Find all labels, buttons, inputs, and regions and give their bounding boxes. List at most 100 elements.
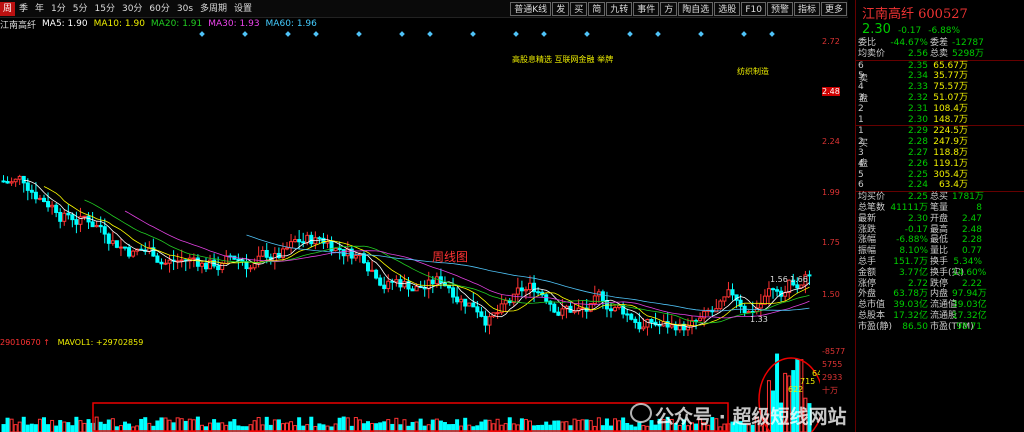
candle — [244, 261, 249, 270]
event-marker — [242, 31, 248, 37]
candle — [167, 259, 172, 264]
period-tab-4[interactable]: 5分 — [70, 2, 91, 16]
volume-bar — [50, 419, 55, 432]
bid-row: 4 2.26 119.1万 — [858, 158, 968, 169]
candle — [106, 233, 111, 244]
candle — [600, 291, 605, 302]
candle — [25, 182, 30, 191]
bid-side-label: 买盘 — [859, 139, 869, 170]
bid-book: 1 2.29 224.5万 2 2.28 247.9万 3 2.27 118.8万 4 2.2… — [856, 125, 1024, 191]
candle — [13, 178, 18, 183]
event-marker — [427, 31, 433, 37]
period-tab-3[interactable]: 1分 — [48, 2, 69, 16]
volume-bar — [86, 419, 91, 432]
toolbar-button-11[interactable]: 指标 — [793, 1, 820, 16]
volume-bar — [167, 419, 172, 432]
event-marker — [541, 31, 547, 37]
candle — [305, 234, 310, 244]
volume-annotation: 622 — [788, 385, 803, 394]
toolbar-button-12[interactable]: 更多 — [820, 1, 847, 16]
candle — [722, 296, 727, 302]
ma10-value: MA10: 1.90 — [93, 19, 145, 29]
candle — [726, 289, 731, 298]
candle — [528, 282, 532, 291]
candle — [90, 221, 95, 228]
period-tab-10[interactable]: 设置 — [231, 2, 255, 16]
toolbar-button-8[interactable]: 选股 — [714, 1, 741, 16]
candle — [463, 298, 468, 307]
volume-annotation: 715 — [800, 377, 815, 386]
candle — [98, 224, 103, 228]
candle — [613, 307, 618, 312]
toolbar-button-2[interactable]: 买 — [570, 1, 588, 16]
toolbar-button-10[interactable]: 预警 — [766, 1, 793, 16]
candle — [807, 274, 812, 277]
volume-bar — [495, 418, 500, 432]
toolbar-button-3[interactable]: 简 — [588, 1, 606, 16]
volume-annotation: 643 — [812, 369, 820, 378]
period-tab-0[interactable]: 周 — [0, 1, 16, 16]
period-tab-7[interactable]: 60分 — [146, 2, 172, 16]
toolbar-button-4[interactable]: 九转 — [606, 1, 633, 16]
volume-bar — [175, 417, 180, 432]
period-tab-6[interactable]: 30分 — [119, 2, 145, 16]
candle — [301, 241, 306, 244]
candle — [475, 306, 480, 313]
toolbar-button-0[interactable]: 普通K线 — [510, 1, 552, 16]
stat-row: 总手 151.7万 换手 5.34% — [858, 256, 982, 267]
candle — [131, 250, 136, 257]
toolbar-button-9[interactable]: F10 — [741, 1, 766, 16]
volume-bar — [519, 418, 524, 432]
bid-row: 3 2.27 118.8万 — [858, 147, 968, 158]
ma-info-bar: 江南高纤 MA5: 1.90 MA10: 1.90 MA20: 1.91 MA3… — [0, 18, 323, 31]
volume-bar — [434, 418, 439, 432]
sector-annotation: 纺织制造 — [737, 67, 769, 76]
volume-bar — [195, 416, 200, 432]
candle — [70, 214, 75, 221]
price-tick: 2.48 — [822, 87, 840, 97]
candle — [199, 262, 204, 267]
stat-row: 振幅 8.10% 量比 0.77 — [858, 246, 982, 257]
order-summary: 委比 -44.67% 委差 -12787 均卖价 2.56 总卖 5298万 — [856, 38, 1024, 60]
toolbar-button-6[interactable]: 方 — [660, 1, 678, 16]
candle — [29, 189, 34, 193]
volume-bar — [58, 420, 63, 432]
candle — [248, 267, 253, 270]
candle — [487, 316, 492, 326]
concept-annotation: 高股息精选 互联网金融 举牌 — [512, 55, 614, 64]
candle — [382, 284, 387, 290]
candle — [260, 250, 265, 257]
volume-bar — [66, 422, 71, 432]
volume-bar — [418, 418, 423, 432]
candle — [159, 261, 164, 265]
candle — [179, 259, 184, 262]
ma60-value: MA60: 1.96 — [265, 19, 317, 29]
kline-chart[interactable] — [0, 30, 820, 336]
candle — [673, 324, 678, 331]
candle — [317, 237, 322, 240]
mid-price-label: 1.56 — [770, 275, 788, 284]
event-marker — [584, 31, 590, 37]
event-marker — [313, 31, 319, 37]
period-tab-5[interactable]: 15分 — [92, 2, 118, 16]
period-tab-1[interactable]: 季 — [16, 2, 31, 16]
period-tab-9[interactable]: 多周期 — [197, 2, 230, 16]
period-tab-2[interactable]: 年 — [32, 2, 47, 16]
ask-row: 6 2.35 65.67万 — [858, 60, 968, 71]
stat-row: 外盘 63.78万 内盘 97.94万 — [858, 289, 987, 300]
toolbar-button-1[interactable]: 发 — [552, 1, 570, 16]
candle — [766, 288, 771, 297]
toolbar-button-5[interactable]: 事件 — [633, 1, 660, 16]
event-marker — [470, 31, 476, 37]
stock-title: 江南高纤 600527 — [862, 7, 968, 22]
toolbar-button-7[interactable]: 陶自选 — [678, 1, 714, 16]
candle — [289, 241, 294, 249]
candle — [758, 303, 763, 309]
candle — [17, 175, 22, 180]
volume-bar — [1, 424, 6, 432]
volume-bar — [572, 418, 577, 432]
candle — [617, 305, 622, 309]
period-tab-8[interactable]: 30s — [174, 2, 196, 16]
candle — [297, 239, 302, 243]
candle — [503, 300, 508, 305]
